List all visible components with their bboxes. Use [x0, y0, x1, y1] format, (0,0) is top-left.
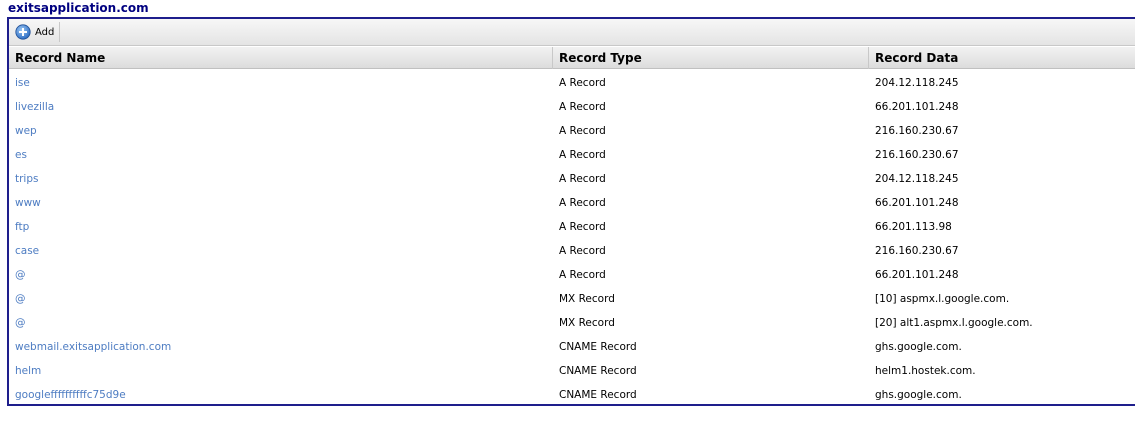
record-data: helm1.hostek.com.: [875, 365, 976, 377]
record-name-link[interactable]: @: [15, 287, 545, 311]
record-name-link[interactable]: livezilla: [15, 95, 545, 119]
add-button-label: Add: [35, 26, 55, 38]
add-button[interactable]: Add: [12, 22, 61, 42]
record-data: 66.201.101.248: [875, 197, 959, 209]
record-type: MX Record: [559, 293, 615, 305]
column-header-record-data[interactable]: Record Data: [869, 47, 1135, 69]
record-name-link[interactable]: @: [15, 311, 545, 335]
record-type: A Record: [559, 173, 606, 185]
table-row[interactable]: wep A Record 216.160.230.67: [9, 119, 1135, 143]
record-type: A Record: [559, 269, 606, 281]
record-data: 204.12.118.245: [875, 77, 959, 89]
record-name-link[interactable]: helm: [15, 359, 545, 383]
record-data: 66.201.101.248: [875, 101, 959, 113]
table-row[interactable]: trips A Record 204.12.118.245: [9, 167, 1135, 191]
record-type: A Record: [559, 77, 606, 89]
record-name-link[interactable]: case: [15, 239, 545, 263]
record-data: 66.201.113.98: [875, 221, 952, 233]
record-name-link[interactable]: wep: [15, 119, 545, 143]
record-name-link[interactable]: trips: [15, 167, 545, 191]
table-row[interactable]: livezilla A Record 66.201.101.248: [9, 95, 1135, 119]
table-row[interactable]: case A Record 216.160.230.67: [9, 239, 1135, 263]
record-name-link[interactable]: webmail.exitsapplication.com: [15, 335, 545, 359]
domain-title: exitsapplication.com: [8, 1, 149, 15]
record-type: A Record: [559, 125, 606, 137]
record-name-link[interactable]: @: [15, 263, 545, 287]
table-row[interactable]: es A Record 216.160.230.67: [9, 143, 1135, 167]
table-row[interactable]: @ MX Record [20] alt1.aspmx.l.google.com.: [9, 311, 1135, 335]
record-type: CNAME Record: [559, 365, 637, 377]
table-row[interactable]: www A Record 66.201.101.248: [9, 191, 1135, 215]
records-table-header: Record Name Record Type Record Data: [9, 47, 1135, 69]
record-data: [20] alt1.aspmx.l.google.com.: [875, 317, 1033, 329]
record-data: 216.160.230.67: [875, 125, 959, 137]
record-type: A Record: [559, 149, 606, 161]
table-row[interactable]: helm CNAME Record helm1.hostek.com.: [9, 359, 1135, 383]
record-data: 216.160.230.67: [875, 149, 959, 161]
record-name-link[interactable]: es: [15, 143, 545, 167]
record-type: A Record: [559, 197, 606, 209]
column-header-record-type[interactable]: Record Type: [553, 47, 869, 69]
record-type: CNAME Record: [559, 341, 637, 353]
column-header-record-name[interactable]: Record Name: [9, 47, 553, 69]
record-type: A Record: [559, 101, 606, 113]
table-row[interactable]: webmail.exitsapplication.com CNAME Record…: [9, 335, 1135, 359]
table-row[interactable]: @ MX Record [10] aspmx.l.google.com.: [9, 287, 1135, 311]
record-type: CNAME Record: [559, 389, 637, 401]
dns-records-panel: Add Record Name Record Type Record Data …: [7, 17, 1135, 406]
record-data: 204.12.118.245: [875, 173, 959, 185]
record-data: [10] aspmx.l.google.com.: [875, 293, 1010, 305]
record-data: 216.160.230.67: [875, 245, 959, 257]
record-type: A Record: [559, 245, 606, 257]
table-row[interactable]: googleffffffffffc75d9e CNAME Record ghs.go…: [9, 383, 1135, 407]
record-name-link[interactable]: ise: [15, 71, 545, 95]
records-table-body: ise A Record 204.12.118.245 livezilla A Reco…: [9, 71, 1135, 407]
table-row[interactable]: ise A Record 204.12.118.245: [9, 71, 1135, 95]
record-type: MX Record: [559, 317, 615, 329]
toolbar: Add: [9, 19, 1135, 46]
record-name-link[interactable]: www: [15, 191, 545, 215]
record-name-link[interactable]: googleffffffffffc75d9e: [15, 383, 545, 407]
record-data: ghs.google.com.: [875, 341, 962, 353]
record-data: ghs.google.com.: [875, 389, 962, 401]
table-row[interactable]: ftp A Record 66.201.113.98: [9, 215, 1135, 239]
record-data: 66.201.101.248: [875, 269, 959, 281]
table-row[interactable]: @ A Record 66.201.101.248: [9, 263, 1135, 287]
plus-circle-icon: [15, 24, 31, 40]
record-type: A Record: [559, 221, 606, 233]
record-name-link[interactable]: ftp: [15, 215, 545, 239]
